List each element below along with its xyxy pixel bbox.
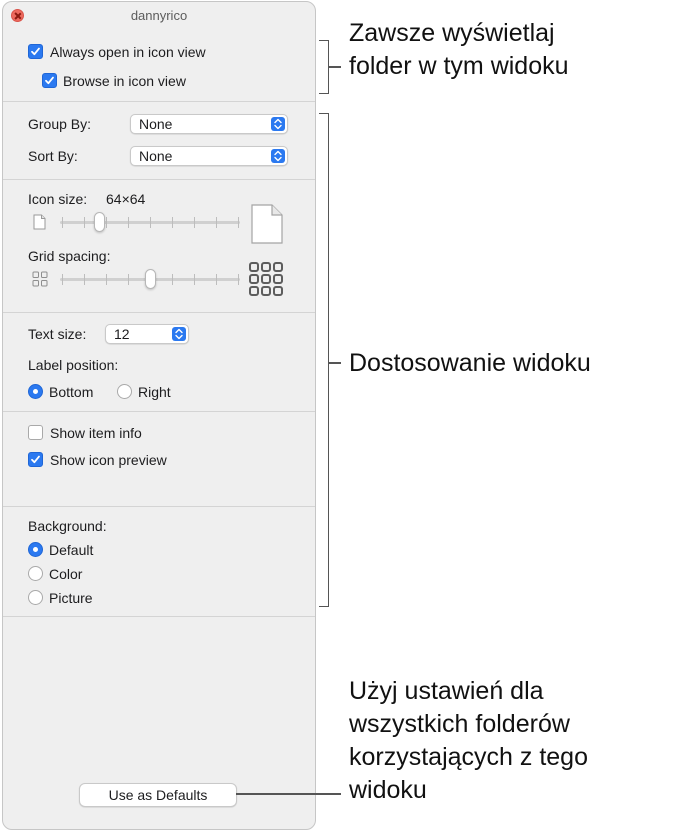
background-default-label: Default [49,542,94,558]
background-default-radio[interactable] [28,542,43,557]
section-divider [3,101,315,102]
background-color-radio[interactable] [28,566,43,581]
checkmark-icon [31,455,40,464]
sort-by-popup[interactable]: None [130,146,288,166]
text-size-value: 12 [114,326,130,342]
right-radio[interactable] [117,384,132,399]
show-item-info-label: Show item info [50,425,142,441]
small-document-icon [33,214,46,230]
chevron-updown-icon [271,149,285,163]
show-icon-preview-label: Show icon preview [50,452,167,468]
slider-tick [194,274,195,285]
use-as-defaults-button[interactable]: Use as Defaults [79,783,237,807]
text-size-label: Text size: [28,326,87,342]
top-callout-line-1: Zawsze wyświetlaj [349,19,555,47]
background-label: Background: [28,518,107,534]
window-title: dannyrico [130,8,188,23]
slider-tick [172,274,173,285]
large-document-icon [251,204,283,244]
top-callout-line-2: folder w tym widoku [349,52,569,80]
slider-thumb[interactable] [145,269,156,289]
icon-size-slider[interactable] [60,212,240,232]
slider-tick [150,217,151,228]
view-options-window: dannyrico Always open in icon view Brows… [2,1,316,830]
text-size-popup[interactable]: 12 [105,324,189,344]
slider-tick [62,274,63,285]
sort-by-label: Sort By: [28,148,78,164]
group-by-value: None [139,116,173,132]
middle-callout: Dostosowanie widoku [349,349,591,377]
label-position-label: Label position: [28,357,119,373]
slider-tick [84,274,85,285]
slider-tick [216,274,217,285]
bottom-callout-line-2: wszystkich folderów [349,710,570,738]
background-picture-radio[interactable] [28,590,43,605]
slider-tick [62,217,63,228]
always-open-checkbox[interactable] [28,44,43,59]
bottom-radio-label: Bottom [49,384,94,400]
always-open-label: Always open in icon view [50,44,206,60]
slider-tick [128,217,129,228]
slider-tick [128,274,129,285]
slider-tick [172,217,173,228]
browse-icon-view-label: Browse in icon view [63,73,186,89]
slider-tick [84,217,85,228]
slider-tick [216,217,217,228]
grid-spacing-label: Grid spacing: [28,248,111,264]
group-by-label: Group By: [28,116,92,132]
title-bar[interactable]: dannyrico [3,2,315,30]
sort-by-value: None [139,148,173,164]
icon-size-value: 64×64 [106,191,146,207]
section-divider [3,179,315,180]
large-grid-icon [249,262,283,296]
bottom-callout-line-4: widoku [349,776,427,804]
checkmark-icon [45,76,54,85]
right-radio-label: Right [138,384,171,400]
bottom-callout-line-1: Użyj ustawień dla [349,677,544,705]
section-divider [3,506,315,507]
slider-thumb[interactable] [94,212,105,232]
slider-tick [106,274,107,285]
checkmark-icon [31,47,40,56]
top-callout-bracket [319,40,329,94]
show-icon-preview-checkbox[interactable] [28,452,43,467]
top-callout-line [329,66,341,68]
browse-icon-view-checkbox[interactable] [42,73,57,88]
show-item-info-checkbox[interactable] [28,425,43,440]
middle-callout-bracket [319,113,329,607]
slider-tick [238,217,239,228]
bottom-callout-line-3: korzystających z tego [349,743,588,771]
middle-callout-line [329,362,341,364]
slider-tick [194,217,195,228]
bottom-callout-line [236,793,341,795]
section-divider [3,312,315,313]
grid-spacing-slider[interactable] [60,269,240,289]
section-divider [3,411,315,412]
group-by-popup[interactable]: None [130,114,288,134]
small-grid-icon [32,271,48,287]
bottom-radio[interactable] [28,384,43,399]
slider-tick [238,274,239,285]
icon-size-label: Icon size: [28,191,88,207]
chevron-updown-icon [271,117,285,131]
background-picture-label: Picture [49,590,93,606]
section-divider [3,616,315,617]
chevron-updown-icon [172,327,186,341]
slider-tick [106,217,107,228]
background-color-label: Color [49,566,83,582]
